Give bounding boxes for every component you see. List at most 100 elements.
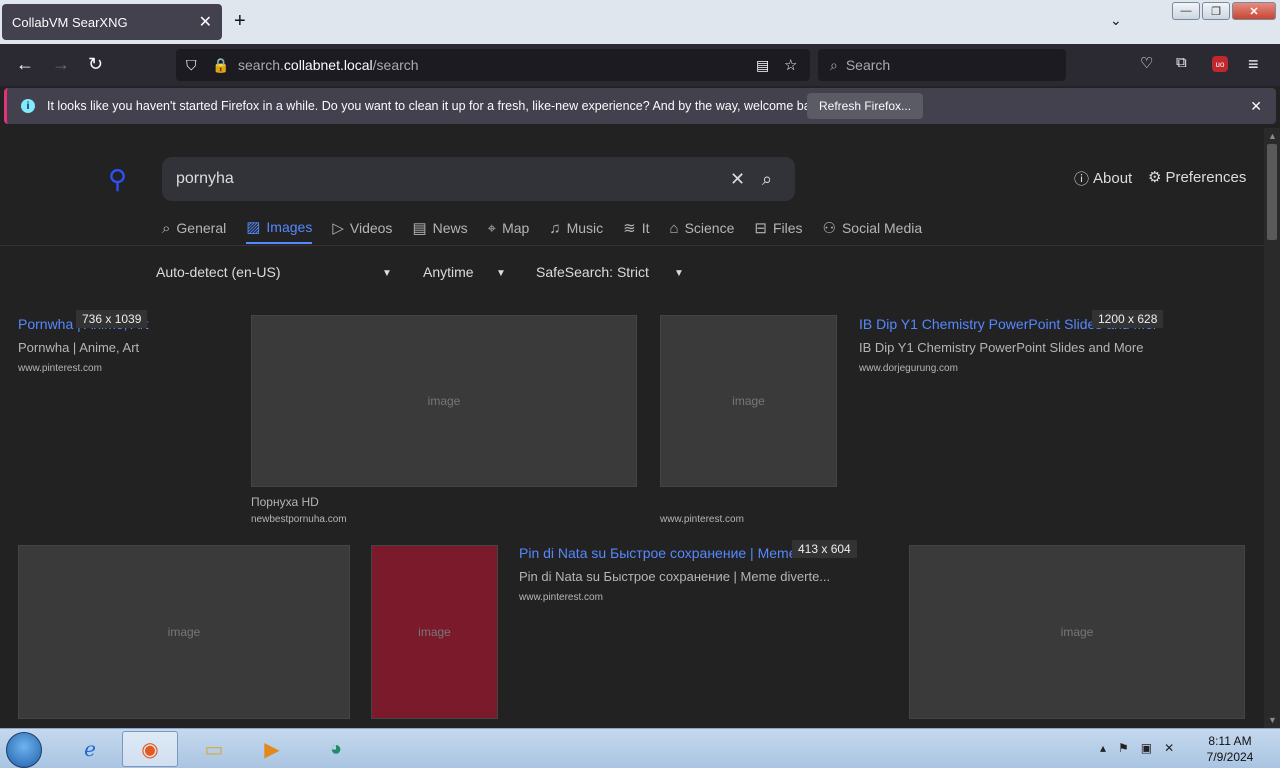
taskbar: ℯ ◉ ▭ ▶ ◕ ▴ ⚑ ▣ ✕ 8:11 AM 7/9/2024 [0, 728, 1280, 768]
tab-close-icon[interactable]: ✕ [199, 12, 212, 32]
scrollbar[interactable]: ▲ ▼ [1264, 128, 1280, 728]
archive-icon: ⊟ [754, 220, 767, 237]
reload-icon[interactable]: ↻ [88, 54, 103, 75]
dimension-badge: 413 x 604 [792, 540, 857, 558]
chevron-down-icon[interactable]: ⌄ [1110, 12, 1122, 29]
forward-arrow-icon[interactable]: → [52, 54, 70, 75]
lock-icon[interactable]: 🔒 [212, 57, 229, 74]
search-icon: ⌕ [830, 56, 838, 73]
ublock-icon[interactable]: uo [1212, 56, 1228, 72]
dimension-badge: 736 x 1039 [76, 310, 148, 328]
reader-view-icon[interactable]: ▤ [756, 57, 769, 74]
scroll-down-arrow-icon[interactable]: ▼ [1268, 715, 1277, 725]
url-bar[interactable]: ⛉ 🔒 search.collabnet.local/search ▤ ☆ [176, 49, 810, 81]
category-tabs: ⌕ General ▨ Images ▷ Videos ▤ News ⌖ Map ♫ Mus… [162, 218, 922, 244]
tab-news[interactable]: ▤ News [412, 218, 467, 244]
list-item[interactable]: Pin di Nata su Быстрое сохранение | Meme… [519, 545, 839, 603]
folder-icon[interactable]: ▭ [186, 731, 242, 767]
layers-icon: ≋ [623, 220, 636, 237]
shield-icon[interactable]: ⛉ [186, 57, 197, 74]
tab-music[interactable]: ♫ Music [549, 218, 603, 244]
new-tab-icon[interactable]: + [234, 10, 246, 33]
about-label: About [1093, 170, 1133, 187]
close-icon[interactable]: ✕ [1250, 98, 1262, 115]
maximize-button[interactable]: ❐ [1202, 2, 1230, 20]
chevron-up-icon[interactable]: ▴ [1100, 741, 1106, 755]
tab-videos[interactable]: ▷ Videos [332, 218, 392, 244]
clear-icon[interactable]: ✕ [730, 169, 745, 190]
page-content: ⚲ pornyha ✕ ⌕ ⓘ About ⚙ Preferences ⌕ Gen… [0, 128, 1264, 728]
tab-it[interactable]: ≋ It [623, 218, 649, 244]
web-search-field[interactable]: ⌕ Search [818, 49, 1066, 81]
searxng-logo-icon[interactable]: ⚲ [108, 164, 127, 195]
app-icon[interactable]: ◕ [308, 731, 364, 767]
tab-science[interactable]: ⌂ Science [670, 218, 735, 244]
search-placeholder: Search [845, 57, 891, 73]
clock-date: 7/9/2024 [1206, 750, 1254, 764]
search-input[interactable]: pornyha ✕ ⌕ [162, 157, 795, 201]
minimize-button[interactable]: — [1172, 2, 1200, 20]
tab-label: Music [566, 220, 604, 236]
tab-files[interactable]: ⊟ Files [754, 218, 802, 244]
image-thumbnail[interactable]: image [251, 315, 637, 487]
language-select[interactable]: Auto-detect (en-US) [156, 264, 281, 280]
start-button[interactable] [6, 732, 42, 768]
volume-muted-icon[interactable]: ✕ [1164, 741, 1174, 755]
media-player-icon[interactable]: ▶ [244, 731, 300, 767]
tab-searxng[interactable]: CollabVM SearXNG ✕ [2, 4, 222, 40]
pocket-icon[interactable]: ♡ [1140, 54, 1153, 72]
title-bar: CollabVM SearXNG ✕ + ⌄ — ❐ ✕ [0, 0, 1280, 44]
time-range-select[interactable]: Anytime [423, 264, 474, 280]
clock[interactable]: 8:11 AM 7/9/2024 [1200, 733, 1260, 765]
image-thumbnail[interactable]: image [371, 545, 498, 719]
image-thumbnail[interactable]: image [909, 545, 1245, 719]
tab-label: Map [502, 220, 530, 236]
query-text: pornyha [176, 170, 234, 187]
gear-icon: ⚙ [1148, 169, 1162, 186]
result-caption: Порнуха HD [251, 495, 319, 509]
tab-label: Videos [349, 220, 393, 236]
preferences-link[interactable]: ⚙ Preferences [1148, 168, 1246, 187]
search-icon[interactable]: ⌕ [762, 169, 772, 190]
tab-social-media[interactable]: ⚇ Social Media [823, 218, 923, 244]
about-link[interactable]: ⓘ About [1074, 168, 1132, 189]
image-icon: ▨ [246, 219, 261, 236]
result-url: www.dorjegurung.com [859, 363, 958, 374]
back-arrow-icon[interactable]: ← [16, 54, 34, 75]
music-icon: ♫ [549, 219, 561, 237]
tab-label: General [176, 220, 227, 236]
close-window-button[interactable]: ✕ [1232, 2, 1276, 20]
menu-icon[interactable]: ≡ [1248, 54, 1259, 75]
tab-images[interactable]: ▨ Images [246, 218, 313, 244]
extensions-icon[interactable]: ⧉ [1176, 54, 1187, 71]
result-url: www.pinterest.com [519, 592, 603, 603]
clock-time: 8:11 AM [1208, 734, 1252, 748]
info-circle-icon: ⓘ [1074, 171, 1090, 188]
result-title[interactable]: Pin di Nata su Быстрое сохранение | Meme… [519, 545, 839, 561]
notification-bar: i It looks like you haven't started Fire… [4, 88, 1276, 124]
scroll-up-arrow-icon[interactable]: ▲ [1268, 131, 1277, 141]
tab-general[interactable]: ⌕ General [162, 218, 226, 244]
result-content: IB Dip Y1 Chemistry PowerPoint Slides an… [859, 340, 1144, 355]
bookmark-star-icon[interactable]: ☆ [784, 56, 797, 74]
play-icon: ▷ [332, 220, 344, 237]
network-icon[interactable]: ▣ [1141, 741, 1152, 755]
tab-label: Images [266, 219, 313, 235]
internet-explorer-icon[interactable]: ℯ [62, 731, 118, 767]
tab-label: Science [684, 220, 735, 236]
people-icon: ⚇ [822, 220, 836, 237]
image-thumbnail[interactable]: image [660, 315, 837, 487]
cap-icon: ⌂ [669, 219, 679, 237]
scrollbar-thumb[interactable] [1267, 144, 1277, 240]
system-tray: ▴ ⚑ ▣ ✕ [1100, 741, 1174, 755]
image-thumbnail[interactable]: image [18, 545, 350, 719]
refresh-firefox-button[interactable]: Refresh Firefox... [807, 93, 924, 119]
safesearch-select[interactable]: SafeSearch: Strict [536, 264, 649, 280]
divider [0, 245, 1264, 246]
tab-label: News [432, 220, 468, 236]
flag-icon[interactable]: ⚑ [1118, 741, 1129, 755]
firefox-icon[interactable]: ◉ [122, 731, 178, 767]
tab-map[interactable]: ⌖ Map [488, 218, 530, 244]
info-icon: i [21, 99, 35, 113]
result-content: Pornwha | Anime, Art [18, 340, 140, 355]
